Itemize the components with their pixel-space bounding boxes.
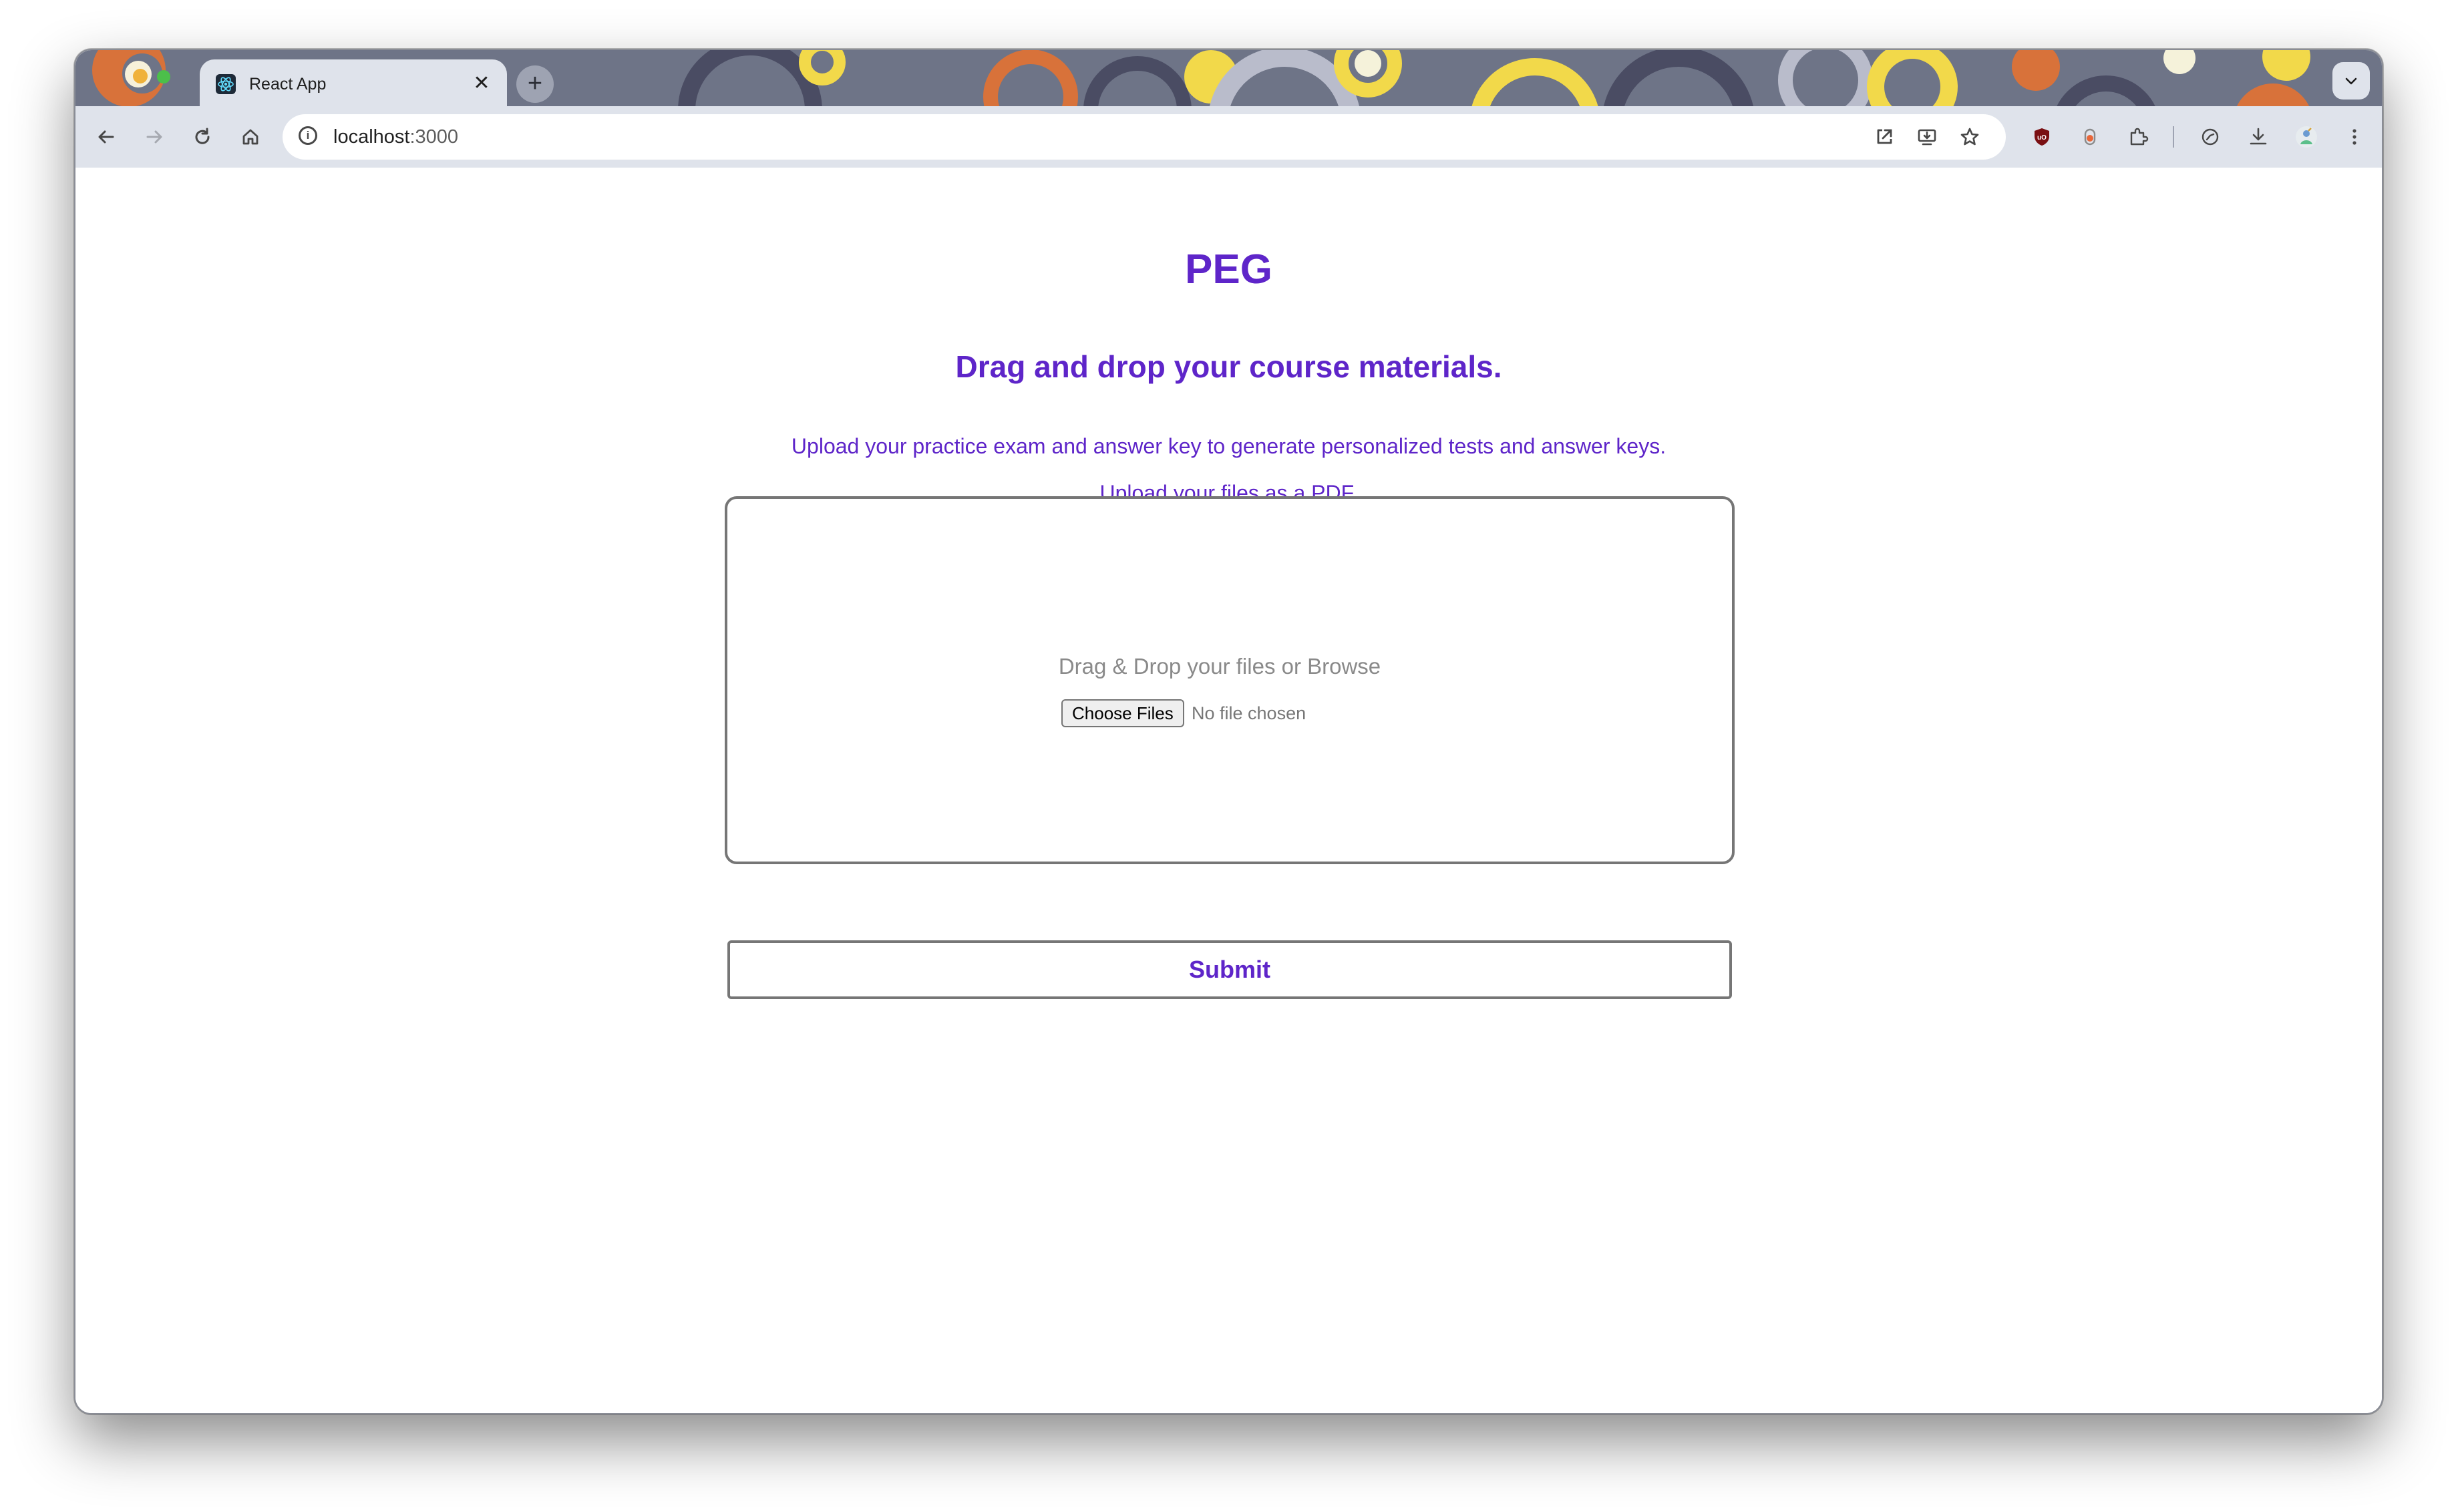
toolbar-divider xyxy=(2173,126,2174,148)
kebab-menu-icon[interactable] xyxy=(2340,122,2369,152)
tab-title: React App xyxy=(249,75,327,93)
tab-strip: React App ✕ + xyxy=(75,50,2382,106)
file-dropzone[interactable]: Drag & Drop your files or Browse Choose … xyxy=(725,496,1735,864)
minimize-dot[interactable] xyxy=(133,69,148,83)
download-icon[interactable] xyxy=(2244,122,2273,152)
app-title: PEG xyxy=(1185,246,1272,293)
page-content: PEG Drag and drop your course materials.… xyxy=(75,168,2382,1413)
ublock-shield-icon[interactable]: uO xyxy=(2027,122,2057,152)
upload-description: Upload your practice exam and answer key… xyxy=(791,434,1666,458)
forward-arrow-icon xyxy=(146,130,162,144)
new-tab-button[interactable]: + xyxy=(516,65,554,103)
tab-search-button[interactable] xyxy=(2332,62,2370,100)
browser-toolbar: i localhost:3000 uO xyxy=(75,106,2382,168)
dropzone-prompt: Drag & Drop your files or Browse xyxy=(1058,654,1381,679)
url-host: localhost xyxy=(333,126,410,148)
reload-icon xyxy=(195,128,210,144)
choose-files-button[interactable]: Choose Files xyxy=(1061,699,1184,727)
close-icon[interactable]: ✕ xyxy=(470,71,494,96)
url-text[interactable]: localhost:3000 xyxy=(333,126,458,148)
zoom-dot[interactable] xyxy=(157,70,170,83)
info-icon[interactable]: i xyxy=(299,126,317,145)
react-favicon-icon xyxy=(216,74,236,94)
gauge-icon[interactable] xyxy=(2196,122,2225,152)
file-status-text: No file chosen xyxy=(1192,703,1306,723)
chevron-down-icon xyxy=(2345,77,2357,85)
open-external-icon[interactable] xyxy=(1871,124,1898,150)
browser-window: React App ✕ + i localhost:3000 uO PEG Dr… xyxy=(74,49,2383,1414)
extension-icon[interactable] xyxy=(2075,122,2105,152)
reload-button[interactable] xyxy=(185,120,220,154)
forward-button[interactable] xyxy=(137,120,172,154)
home-icon xyxy=(242,129,258,145)
back-button[interactable] xyxy=(89,120,124,154)
puzzle-icon[interactable] xyxy=(2123,122,2153,152)
home-button[interactable] xyxy=(233,120,268,154)
url-port: :3000 xyxy=(409,126,459,148)
submit-button[interactable]: Submit xyxy=(727,940,1732,999)
profile-avatar-icon[interactable] xyxy=(2292,122,2321,152)
back-arrow-icon xyxy=(98,130,114,144)
tab-react-app[interactable]: React App ✕ xyxy=(200,59,507,106)
svg-text:uO: uO xyxy=(2037,134,2047,142)
star-icon[interactable] xyxy=(1956,124,1983,150)
address-bar[interactable]: i localhost:3000 xyxy=(283,114,2006,160)
page-heading: Drag and drop your course materials. xyxy=(955,349,1502,384)
install-app-icon[interactable] xyxy=(1914,124,1940,150)
